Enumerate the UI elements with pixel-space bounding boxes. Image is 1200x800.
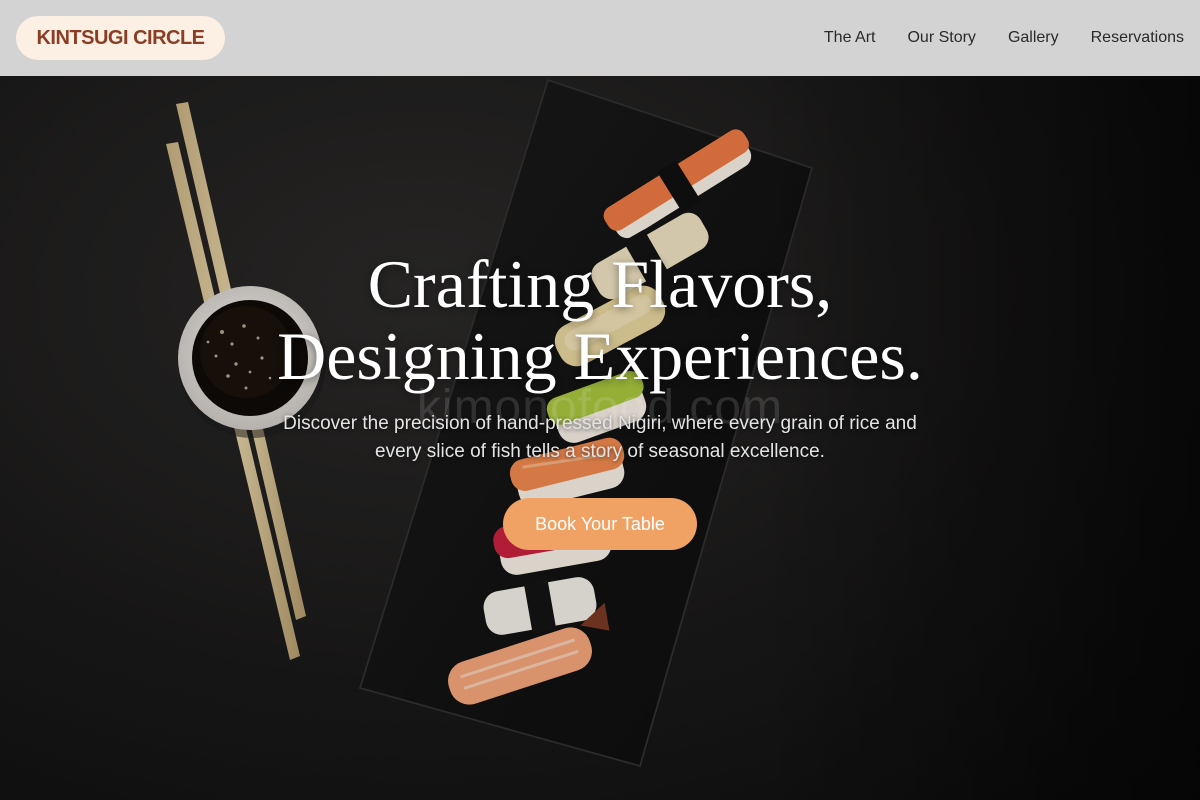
hero-subtitle: Discover the precision of hand-pressed N…	[250, 410, 950, 466]
nav-link-our-story[interactable]: Our Story	[907, 29, 975, 47]
book-your-table-button[interactable]: Book Your Table	[503, 498, 697, 550]
hero-content: Crafting Flavors, Designing Experiences.…	[0, 76, 1200, 800]
hero-title-line-2: Designing Experiences.	[277, 318, 923, 394]
page: KINTSUGI CIRCLE The Art Our Story Galler…	[0, 0, 1200, 800]
hero-title: Crafting Flavors, Designing Experiences.	[150, 248, 1050, 392]
main-nav: The Art Our Story Gallery Reservations	[824, 0, 1184, 76]
nav-link-reservations[interactable]: Reservations	[1091, 29, 1184, 47]
top-navigation-bar: KINTSUGI CIRCLE The Art Our Story Galler…	[0, 0, 1200, 76]
brand-logo[interactable]: KINTSUGI CIRCLE	[16, 16, 225, 60]
hero-subtitle-line-1: Discover the precision of hand-pressed N…	[283, 413, 917, 434]
hero-subtitle-line-2: every slice of fish tells a story of sea…	[375, 441, 825, 462]
nav-link-the-art[interactable]: The Art	[824, 29, 876, 47]
nav-link-gallery[interactable]: Gallery	[1008, 29, 1059, 47]
hero-title-line-1: Crafting Flavors,	[367, 246, 833, 322]
hero-section: kimonofood.com Crafting Flavors, Designi…	[0, 76, 1200, 800]
